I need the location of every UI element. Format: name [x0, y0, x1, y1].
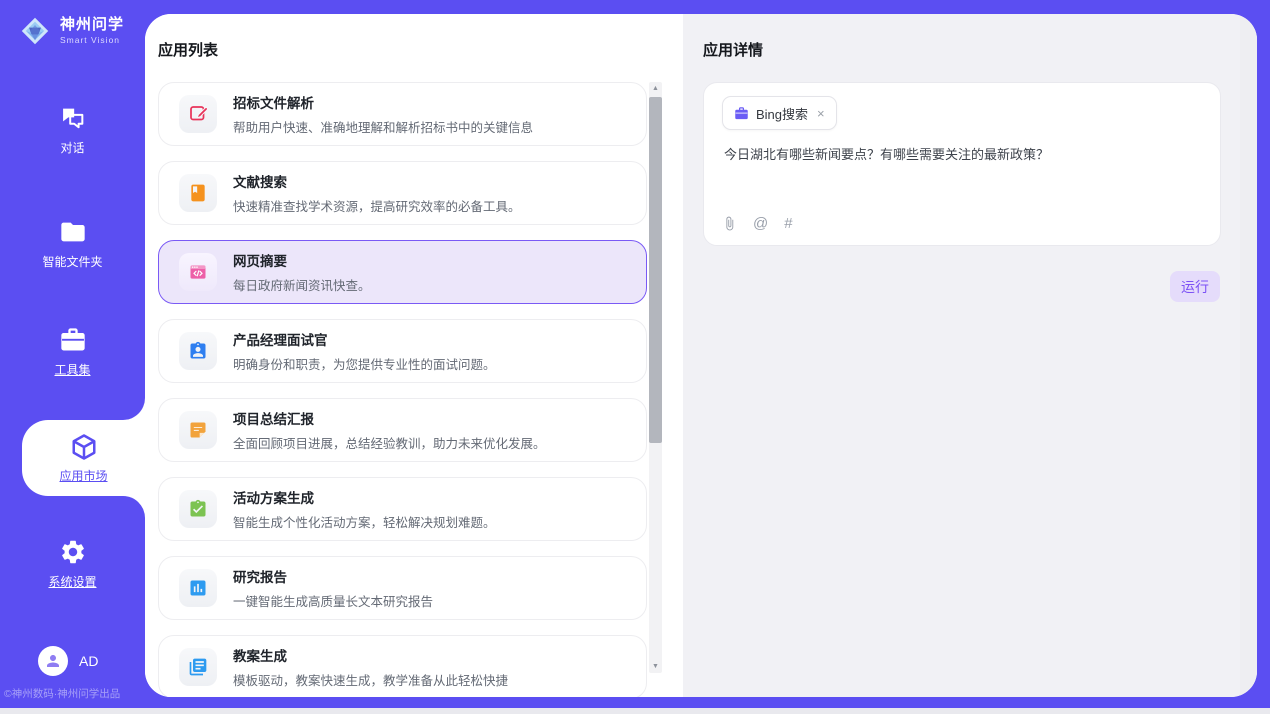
app-desc: 一键智能生成高质量长文本研究报告 — [233, 591, 433, 610]
chart-report-icon — [179, 569, 217, 607]
hash-icon[interactable]: # — [784, 215, 792, 232]
sticky-note-icon — [179, 411, 217, 449]
app-desc: 明确身份和职责，为您提供专业性的面试问题。 — [233, 354, 496, 373]
app-list: 招标文件解析 帮助用户快速、准确地理解和解析招标书中的关键信息 文献搜索 快速精… — [158, 82, 647, 697]
app-window: 神州问学 Smart Vision 对话 智能文件夹 工具集 — [0, 0, 1270, 708]
prompt-input[interactable]: 今日湖北有哪些新闻要点？有哪些需要关注的最新政策？ — [724, 145, 1196, 165]
app-name: 项目总结汇报 — [233, 408, 546, 428]
app-desc: 每日政府新闻资讯快查。 — [233, 275, 371, 294]
main-content: 应用列表 招标文件解析 帮助用户快速、准确地理解和解析招标书中的关键信息 — [145, 14, 1257, 697]
sidebar-item-label: 对话 — [60, 139, 84, 156]
clipboard-check-icon — [179, 490, 217, 528]
app-detail-panel: 应用详情 Bing搜索 × 今日湖北有哪些新闻要点？有哪些需要关注的最新政策？ … — [683, 14, 1257, 697]
cube-icon — [69, 432, 99, 462]
app-desc: 智能生成个性化活动方案，轻松解决规划难题。 — [233, 512, 496, 531]
folder-icon — [59, 218, 87, 246]
app-name: 产品经理面试官 — [233, 329, 496, 349]
app-name: 教案生成 — [233, 645, 508, 665]
interviewer-icon — [179, 332, 217, 370]
app-name: 研究报告 — [233, 566, 433, 586]
sidebar-item-app-market[interactable]: 应用市场 — [22, 420, 145, 496]
prompt-card: Bing搜索 × 今日湖北有哪些新闻要点？有哪些需要关注的最新政策？ @ # — [703, 82, 1221, 246]
app-name: 文献搜索 — [233, 171, 521, 191]
app-list-title: 应用列表 — [158, 39, 218, 60]
sidebar-item-label: 应用市场 — [59, 467, 107, 484]
brand-name: 神州问学 — [60, 17, 124, 33]
app-card-project-summary[interactable]: 项目总结汇报 全面回顾项目进展，总结经验教训，助力未来优化发展。 — [158, 398, 647, 462]
detail-scrollbar-track[interactable] — [1240, 14, 1257, 697]
app-card-web-summary[interactable]: 网页摘要 每日政府新闻资讯快查。 — [158, 240, 647, 304]
avatar — [38, 646, 68, 676]
app-name: 网页摘要 — [233, 250, 371, 270]
sidebar-item-label: 智能文件夹 — [42, 253, 102, 270]
app-list-scrollbar[interactable]: ▲ ▼ — [649, 82, 662, 673]
chat-icon — [59, 104, 87, 132]
sidebar-item-settings[interactable]: 系统设置 — [0, 538, 145, 590]
prompt-toolbar: @ # — [722, 215, 793, 232]
tool-chip-label: Bing搜索 — [756, 104, 808, 123]
app-desc: 全面回顾项目进展，总结经验教训，助力未来优化发展。 — [233, 433, 546, 452]
sidebar-item-chat[interactable]: 对话 — [0, 104, 145, 156]
app-card-lesson-plan[interactable]: 教案生成 模板驱动，教案快速生成，教学准备从此轻松快捷 — [158, 635, 647, 697]
brand-subtitle: Smart Vision — [60, 36, 124, 45]
scrollbar-thumb[interactable] — [649, 97, 662, 443]
paperclip-icon[interactable] — [722, 215, 737, 232]
copyright-footer: ©神州数码·神州问学出品 — [4, 686, 144, 701]
sidebar-item-toolset[interactable]: 工具集 — [0, 326, 145, 378]
app-detail-title: 应用详情 — [703, 39, 763, 60]
diamond-logo-icon — [18, 14, 52, 48]
user-name: AD — [79, 653, 98, 669]
scroll-down-icon[interactable]: ▼ — [649, 663, 662, 670]
app-card-event-plan[interactable]: 活动方案生成 智能生成个性化活动方案，轻松解决规划难题。 — [158, 477, 647, 541]
mention-icon[interactable]: @ — [753, 215, 768, 232]
sidebar: 神州问学 Smart Vision 对话 智能文件夹 工具集 — [0, 0, 145, 708]
tab-curve-bottom — [123, 496, 145, 518]
browser-code-icon — [179, 253, 217, 291]
app-desc: 模板驱动，教案快速生成，教学准备从此轻松快捷 — [233, 670, 508, 689]
app-card-literature-search[interactable]: 文献搜索 快速精准查找学术资源，提高研究效率的必备工具。 — [158, 161, 647, 225]
tool-chip-bing-search[interactable]: Bing搜索 × — [722, 96, 837, 130]
tab-curve-top — [123, 398, 145, 420]
user-account[interactable]: AD — [38, 646, 98, 676]
app-list-panel: 应用列表 招标文件解析 帮助用户快速、准确地理解和解析招标书中的关键信息 — [145, 14, 683, 697]
run-button[interactable]: 运行 — [1170, 271, 1220, 302]
app-card-bid-parse[interactable]: 招标文件解析 帮助用户快速、准确地理解和解析招标书中的关键信息 — [158, 82, 647, 146]
app-name: 活动方案生成 — [233, 487, 496, 507]
brand-logo: 神州问学 Smart Vision — [18, 14, 124, 48]
gear-icon — [59, 538, 87, 566]
edit-square-icon — [179, 95, 217, 133]
toolbox-icon — [59, 326, 87, 354]
sidebar-selected-tab: 应用市场 — [22, 420, 145, 496]
app-card-pm-interviewer[interactable]: 产品经理面试官 明确身份和职责，为您提供专业性的面试问题。 — [158, 319, 647, 383]
app-desc: 帮助用户快速、准确地理解和解析招标书中的关键信息 — [233, 117, 533, 136]
book-icon — [179, 174, 217, 212]
sidebar-item-label: 工具集 — [54, 361, 90, 378]
app-desc: 快速精准查找学术资源，提高研究效率的必备工具。 — [233, 196, 521, 215]
app-name: 招标文件解析 — [233, 92, 533, 112]
briefcase-icon — [734, 106, 749, 121]
close-icon[interactable]: × — [817, 106, 825, 121]
books-icon — [179, 648, 217, 686]
scroll-up-icon[interactable]: ▲ — [649, 85, 662, 92]
sidebar-item-label: 系统设置 — [48, 573, 96, 590]
app-card-research-report[interactable]: 研究报告 一键智能生成高质量长文本研究报告 — [158, 556, 647, 620]
sidebar-item-smart-folder[interactable]: 智能文件夹 — [0, 218, 145, 270]
